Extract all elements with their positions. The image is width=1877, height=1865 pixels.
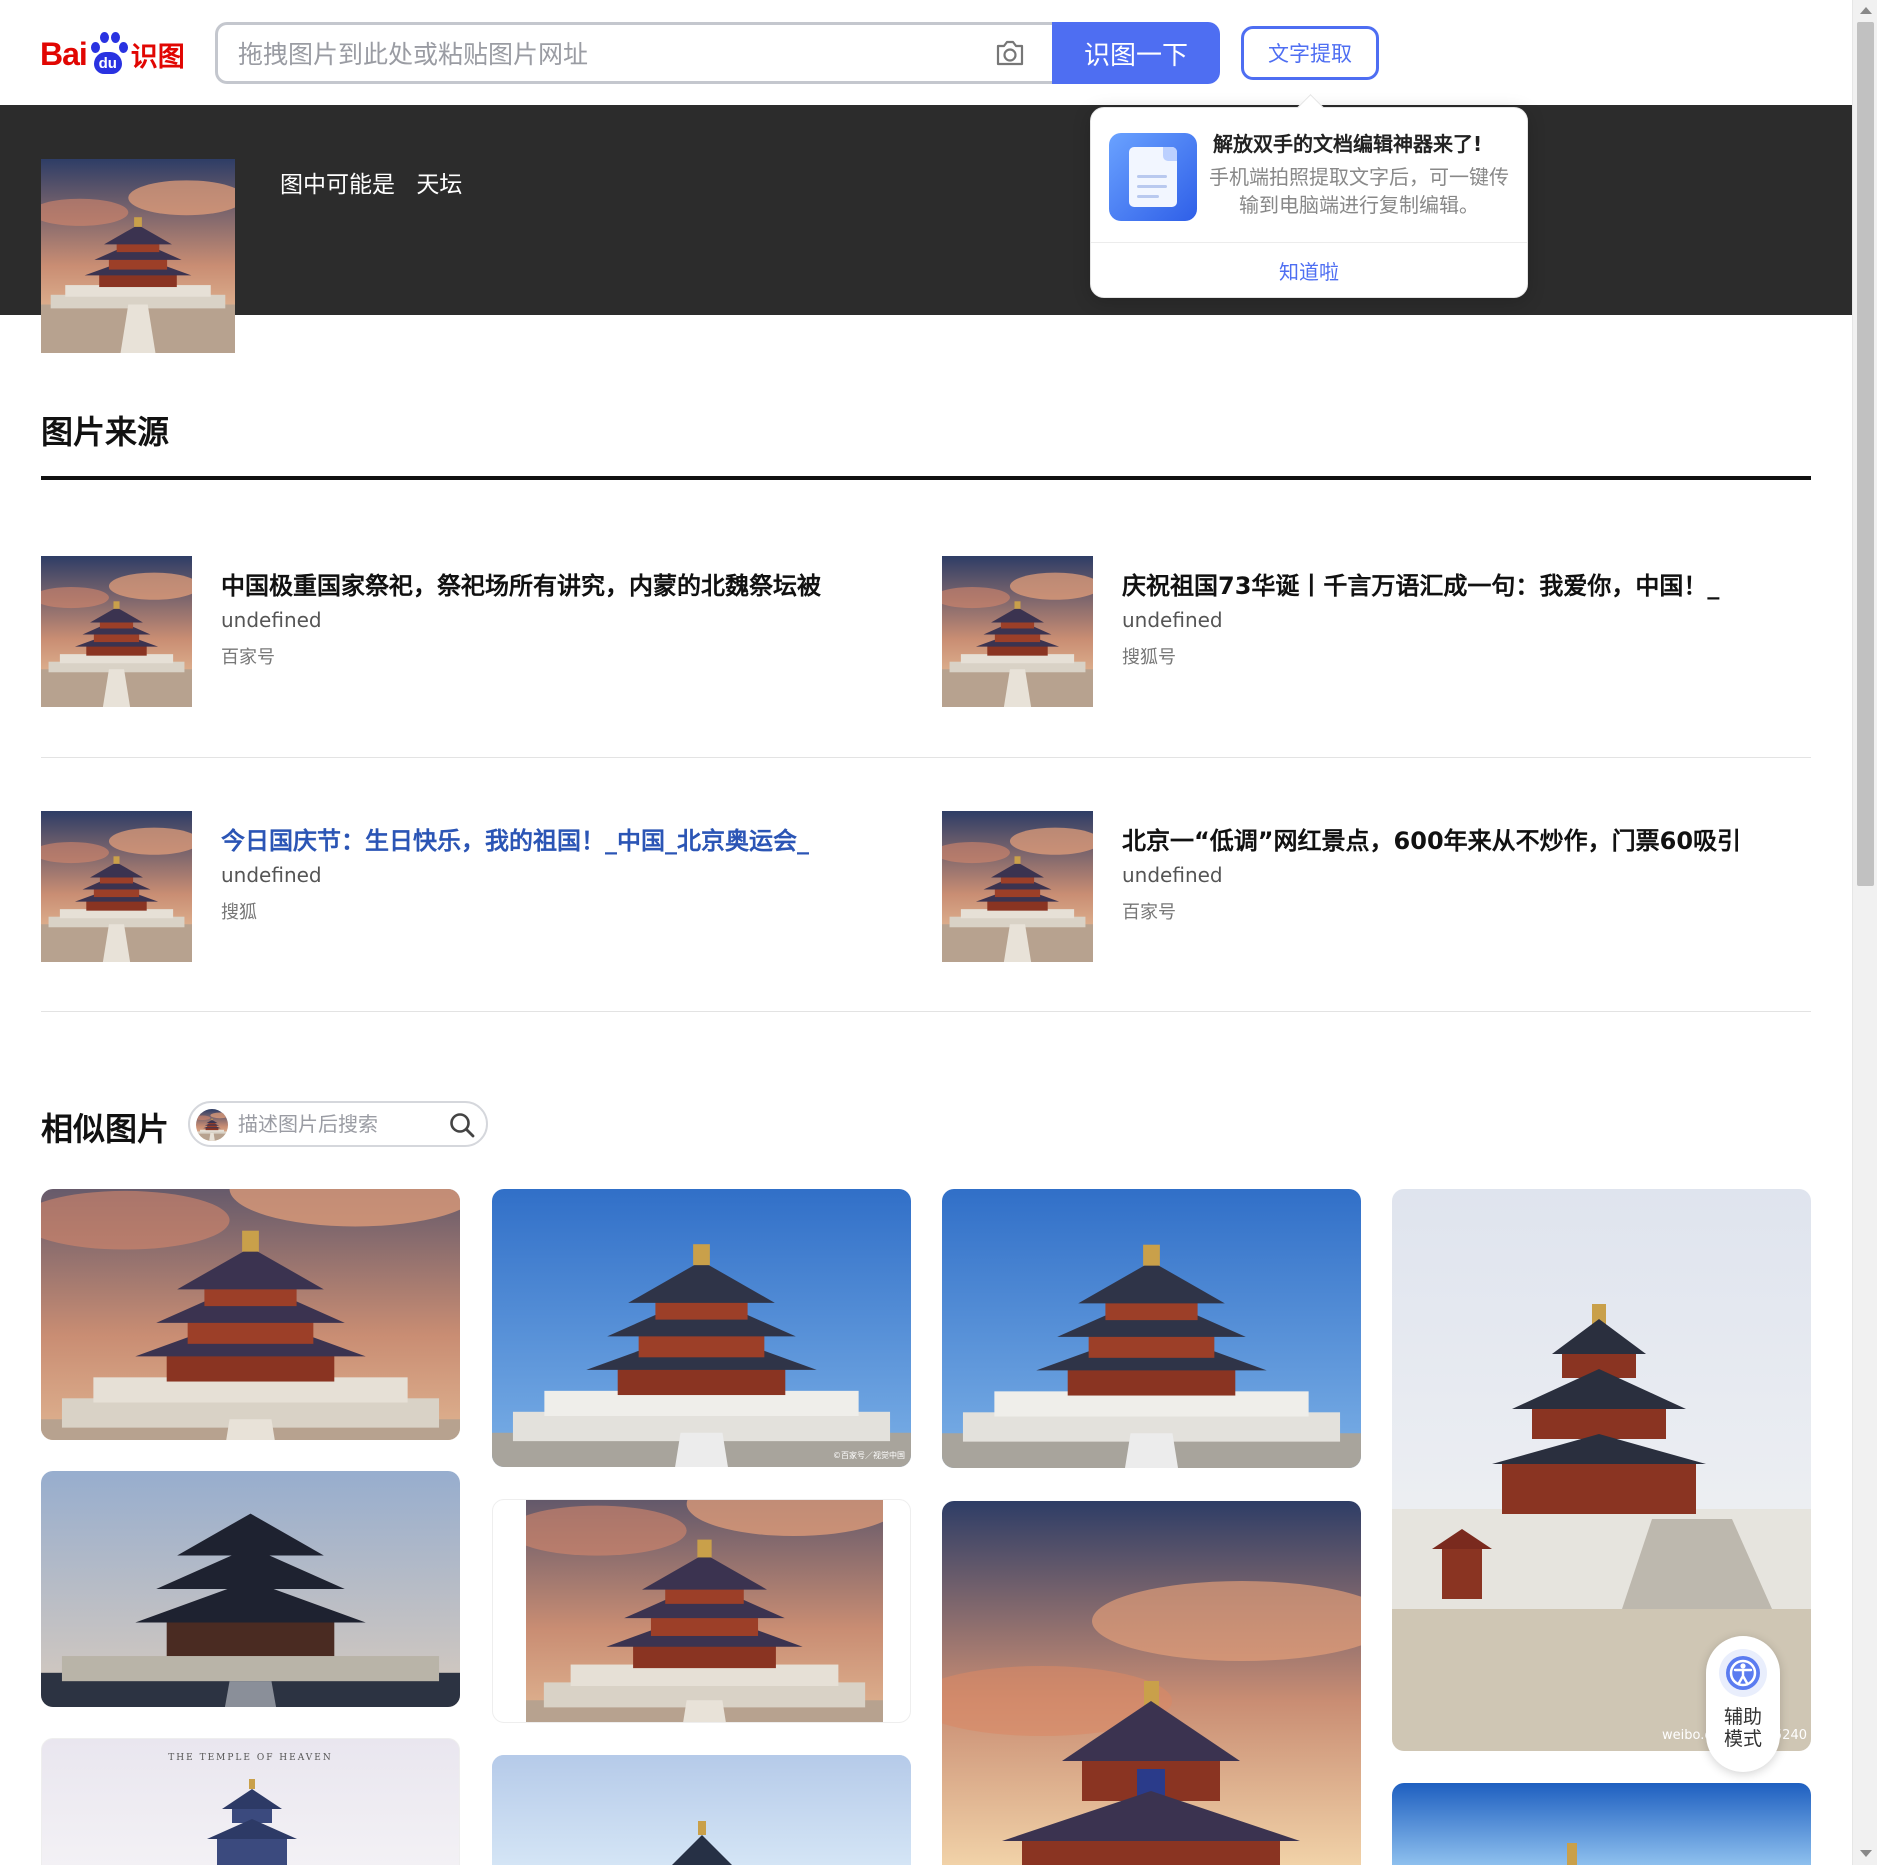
page-scrollbar[interactable] bbox=[1852, 0, 1877, 1865]
source-thumbnail[interactable] bbox=[942, 811, 1093, 962]
source-site: 百家号 bbox=[1122, 902, 1176, 923]
search-icon[interactable] bbox=[448, 1111, 476, 1139]
sources-heading: 图片来源 bbox=[41, 413, 170, 451]
sources-divider bbox=[41, 476, 1811, 480]
guess-label: 图中可能是 bbox=[280, 172, 395, 198]
source-site: 百家号 bbox=[221, 647, 275, 668]
source-title[interactable]: 今日国庆节：生日快乐，我的祖国！_中国_北京奥运会_ bbox=[221, 821, 911, 856]
similar-image[interactable] bbox=[1392, 1783, 1811, 1865]
feature-tip-popup: 解放双手的文档编辑神器来了! 手机端拍照提取文字后，可一键传输到电脑端进行复制编… bbox=[1090, 107, 1528, 298]
source-site: 搜狐号 bbox=[1122, 647, 1176, 668]
top-header: Bai du 识图 识图一下 文字提取 bbox=[0, 0, 1852, 105]
temple-silhouette bbox=[207, 1779, 297, 1865]
image-search-box bbox=[215, 22, 1053, 84]
scroll-up-arrow-icon[interactable] bbox=[1860, 7, 1872, 14]
recognition-result: 图中可能是 天坛 bbox=[280, 165, 462, 199]
logo-shitu-text: 识图 bbox=[130, 41, 185, 73]
similar-image[interactable] bbox=[492, 1755, 911, 1865]
source-thumbnail[interactable] bbox=[942, 556, 1093, 707]
describe-search-input[interactable] bbox=[238, 1111, 438, 1137]
source-item[interactable]: 今日国庆节：生日快乐，我的祖国！_中国_北京奥运会_ undefined 搜狐 bbox=[41, 811, 921, 963]
paw-icon: du bbox=[89, 32, 128, 76]
source-thumbnail[interactable] bbox=[41, 811, 192, 962]
similar-image[interactable] bbox=[942, 1189, 1361, 1468]
image-content bbox=[526, 1500, 883, 1722]
row-divider bbox=[41, 757, 1811, 758]
source-item[interactable]: 中国极重国家祭祀，祭祀场所有讲究，内蒙的北魏祭坛被 undefined 百家号 bbox=[41, 556, 921, 708]
result-banner bbox=[0, 105, 1852, 315]
source-item[interactable]: 北京一“低调”网红景点，600年来从不炒作，门票60吸引 undefined 百… bbox=[942, 811, 1822, 963]
scroll-down-arrow-icon[interactable] bbox=[1860, 1850, 1872, 1857]
popup-title: 解放双手的文档编辑神器来了! bbox=[1213, 132, 1483, 156]
similar-image[interactable]: ©百家号／视觉中国 bbox=[492, 1189, 911, 1467]
source-url: undefined bbox=[221, 863, 322, 887]
popup-divider bbox=[1091, 242, 1527, 243]
similar-image[interactable] bbox=[41, 1471, 460, 1707]
similar-search-box bbox=[188, 1101, 488, 1147]
source-title[interactable]: 中国极重国家祭祀，祭祀场所有讲究，内蒙的北魏祭坛被 bbox=[221, 566, 911, 601]
popup-dismiss-button[interactable]: 知道啦 bbox=[1091, 256, 1527, 285]
query-mini-thumbnail bbox=[196, 1109, 228, 1141]
accessibility-label: 辅助模式 bbox=[1723, 1706, 1762, 1750]
row-divider bbox=[41, 1011, 1811, 1012]
similar-image[interactable] bbox=[492, 1499, 911, 1723]
watermark: ©百家号／视觉中国 bbox=[833, 1451, 905, 1460]
source-item[interactable]: 庆祝祖国73华诞丨千言万语汇成一句：我爱你，中国！_ undefined 搜狐号 bbox=[942, 556, 1822, 708]
search-image-button[interactable]: 识图一下 bbox=[1052, 22, 1220, 84]
image-url-input[interactable] bbox=[238, 37, 958, 71]
source-url: undefined bbox=[221, 608, 322, 632]
similar-heading: 相似图片 bbox=[41, 1110, 170, 1148]
source-title[interactable]: 北京一“低调”网红景点，600年来从不炒作，门票60吸引 bbox=[1122, 821, 1812, 856]
source-url: undefined bbox=[1122, 608, 1223, 632]
scrollbar-thumb[interactable] bbox=[1857, 22, 1874, 886]
accessibility-mode-button[interactable]: 辅助模式 bbox=[1706, 1636, 1780, 1772]
accessibility-icon bbox=[1719, 1649, 1767, 1697]
logo-bai-text: Bai bbox=[40, 35, 88, 72]
query-image[interactable] bbox=[41, 159, 235, 353]
similar-image[interactable] bbox=[942, 1501, 1361, 1865]
source-site: 搜狐 bbox=[221, 902, 257, 923]
camera-icon[interactable] bbox=[994, 39, 1026, 67]
source-title[interactable]: 庆祝祖国73华诞丨千言万语汇成一句：我爱你，中国！_ bbox=[1122, 566, 1812, 601]
baidu-shitu-logo[interactable]: Bai du 识图 bbox=[40, 28, 185, 80]
page: Bai du 识图 识图一下 文字提取 图中可能是 天坛 bbox=[0, 0, 1877, 1865]
logo-du-text: du bbox=[98, 55, 117, 72]
popup-body: 手机端拍照提取文字后，可一键传输到电脑端进行复制编辑。 bbox=[1209, 165, 1509, 217]
guess-value[interactable]: 天坛 bbox=[416, 172, 462, 198]
source-thumbnail[interactable] bbox=[41, 556, 192, 707]
document-icon bbox=[1109, 133, 1197, 221]
similar-image[interactable] bbox=[41, 1189, 460, 1440]
watermark: weibo.c bbox=[1662, 1728, 1712, 1743]
poster-caption: THE TEMPLE OF HEAVEN bbox=[168, 1753, 333, 1763]
similar-image[interactable]: THE TEMPLE OF HEAVEN bbox=[41, 1738, 460, 1865]
text-extract-button[interactable]: 文字提取 bbox=[1241, 26, 1379, 80]
source-url: undefined bbox=[1122, 863, 1223, 887]
image-content bbox=[492, 1189, 911, 1467]
